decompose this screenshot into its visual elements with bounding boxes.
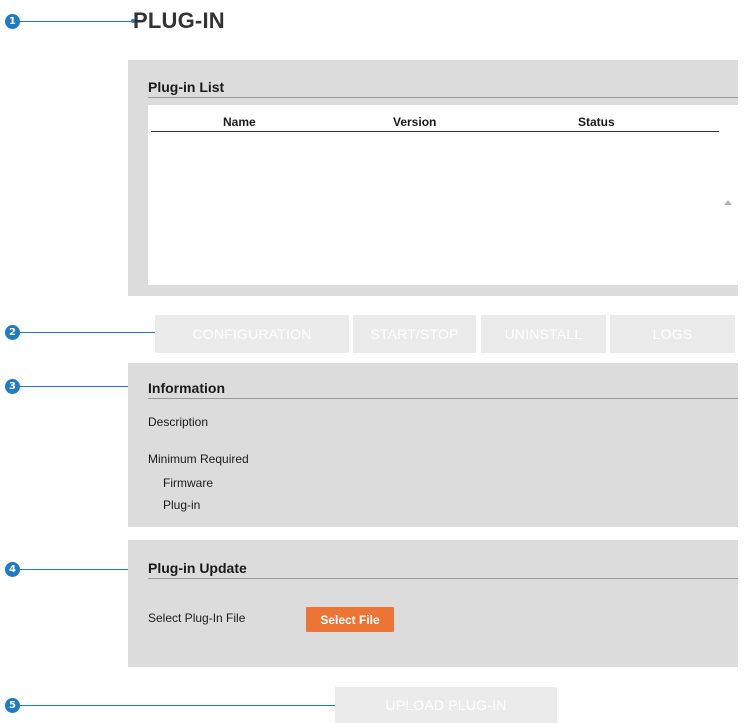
uninstall-button[interactable]: UNINSTALL: [481, 315, 606, 353]
plugin-list-header-rule: [151, 131, 719, 132]
minimum-required-label: Minimum Required: [148, 452, 249, 466]
information-panel: Information Description Minimum Required…: [128, 363, 738, 527]
configuration-button[interactable]: CONFIGURATION: [155, 315, 349, 353]
select-file-button[interactable]: Select File: [306, 607, 394, 632]
information-title-rule: [148, 398, 738, 399]
scroll-up-arrow-icon[interactable]: [724, 200, 732, 205]
start-stop-button[interactable]: START/STOP: [353, 315, 476, 353]
plugin-list-title: Plug-in List: [148, 79, 225, 95]
callout-leader-4: [20, 569, 133, 570]
callout-marker-4: 4: [5, 562, 20, 577]
plugin-version-label: Plug-in: [163, 498, 201, 512]
column-header-version[interactable]: Version: [393, 115, 436, 129]
callout-leader-3: [20, 386, 133, 387]
callout-marker-3: 3: [5, 379, 20, 394]
callout-marker-5: 5: [5, 698, 20, 713]
firmware-label: Firmware: [163, 476, 213, 490]
select-plugin-file-label: Select Plug-In File: [148, 611, 246, 625]
description-label: Description: [148, 415, 209, 429]
column-header-status[interactable]: Status: [578, 115, 615, 129]
plugin-update-panel: Plug-in Update Select Plug-In File Selec…: [128, 540, 738, 667]
callout-leader-1: [20, 21, 133, 22]
callout-marker-2: 2: [5, 325, 20, 340]
information-title: Information: [148, 380, 225, 396]
plugin-list-panel: Plug-in List Name Version Status: [128, 60, 738, 330]
callout-leader-5: [20, 705, 347, 706]
plugin-list-table[interactable]: Name Version Status: [148, 105, 738, 330]
page-title: PLUG-IN: [133, 8, 225, 33]
callout-marker-1: 1: [5, 14, 20, 29]
plugin-list-title-rule: [148, 97, 738, 98]
upload-plugin-button[interactable]: UPLOAD PLUG-IN: [335, 687, 557, 723]
column-header-name[interactable]: Name: [223, 115, 256, 129]
plugin-update-title-rule: [148, 578, 738, 579]
logs-button[interactable]: LOGS: [610, 315, 735, 353]
plugin-update-title: Plug-in Update: [148, 560, 247, 576]
